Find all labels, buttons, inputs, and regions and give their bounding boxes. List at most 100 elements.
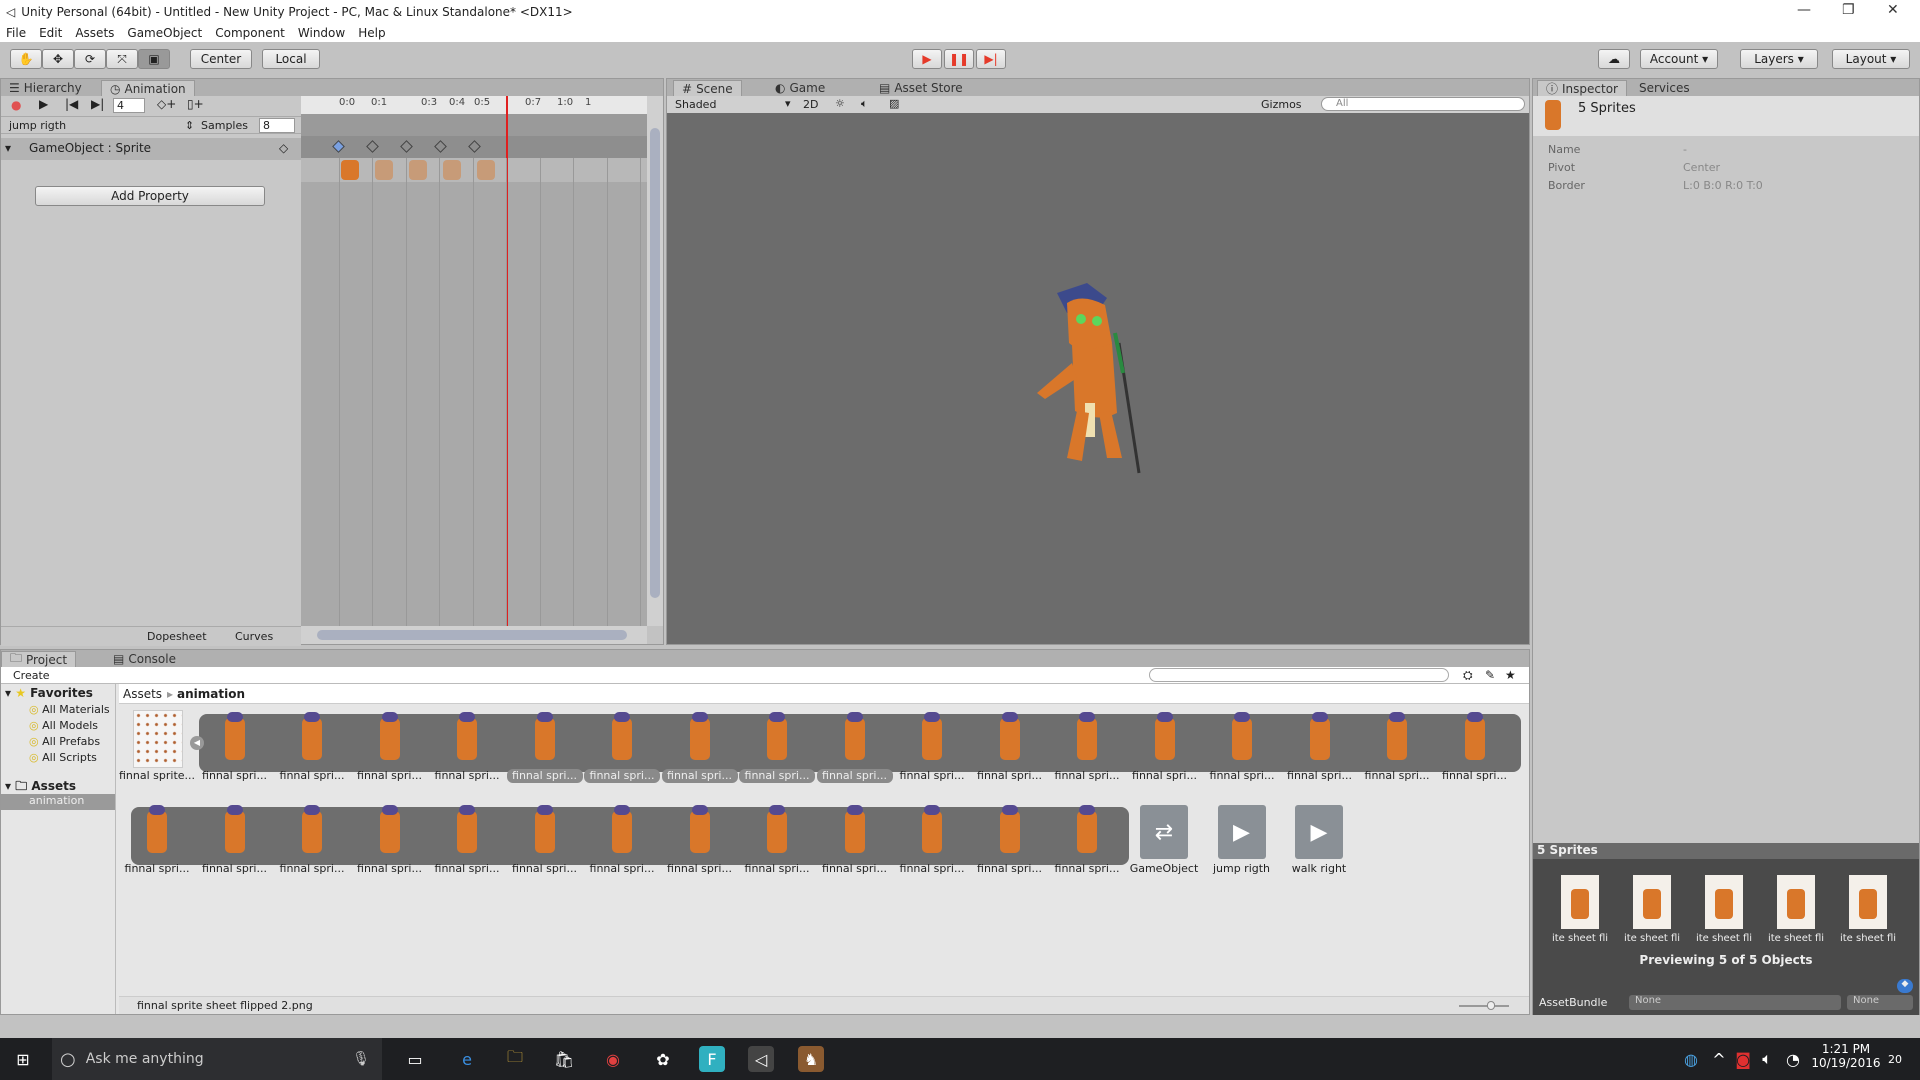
prev-keyframe-button[interactable]: |◀ xyxy=(65,97,78,111)
restore-button[interactable]: ❐ xyxy=(1842,2,1855,18)
asset-item[interactable]: finnal spri... xyxy=(894,799,970,879)
tab-asset-store[interactable]: ▤ Asset Store xyxy=(871,80,971,96)
tab-game[interactable]: ◐ Game xyxy=(767,80,833,96)
app-f-icon[interactable]: F xyxy=(699,1046,725,1072)
chrome-icon[interactable]: ◉ xyxy=(600,1046,626,1072)
cloud-button[interactable]: ☁ xyxy=(1598,49,1630,69)
tab-scene[interactable]: # Scene xyxy=(673,80,742,96)
sprite-keyframe-thumbnail[interactable] xyxy=(443,160,461,180)
notifications-icon[interactable]: 20 xyxy=(1882,1046,1908,1072)
tab-hierarchy[interactable]: ☰ Hierarchy xyxy=(1,80,90,96)
icon-size-slider-thumb[interactable] xyxy=(1487,1001,1495,1010)
asset-item[interactable]: finnal spri... xyxy=(661,706,738,786)
expand-triangle-icon[interactable]: ▾ xyxy=(5,141,11,155)
clip-dropdown[interactable]: jump rigth xyxy=(9,119,66,132)
favorite-star-icon[interactable]: ★ xyxy=(1505,668,1516,682)
asset-item[interactable]: finnal spri... xyxy=(1282,706,1358,786)
asset-item[interactable]: finnal spri... xyxy=(972,706,1048,786)
filter-type-icon[interactable]: ⛭ xyxy=(1463,668,1473,683)
asset-item[interactable]: finnal spri... xyxy=(119,799,195,879)
assetbundle-dropdown[interactable]: None xyxy=(1629,995,1841,1010)
asset-item[interactable]: finnal spri... xyxy=(506,706,583,786)
asset-item[interactable]: finnal spri... xyxy=(739,799,815,879)
app-icon[interactable]: ✿ xyxy=(650,1046,676,1072)
scrollbar-thumb[interactable] xyxy=(650,128,660,598)
asset-item[interactable]: finnal spri... xyxy=(739,706,815,786)
create-dropdown[interactable]: Create xyxy=(13,669,50,682)
add-keyframe-button[interactable]: ◇+ xyxy=(157,97,176,111)
asset-item[interactable]: finnal spri... xyxy=(507,799,583,879)
asset-item[interactable]: ⇄ GameObject xyxy=(1126,799,1202,879)
start-button[interactable]: ⊞ xyxy=(10,1046,36,1072)
sprite-keyframe-thumbnail[interactable] xyxy=(477,160,495,180)
audio-toggle-icon[interactable]: 🔈︎ xyxy=(861,97,868,111)
asset-item[interactable]: finnal spri... xyxy=(1049,706,1125,786)
network-globe-icon[interactable]: ◍ xyxy=(1678,1046,1704,1072)
tab-animation[interactable]: ◷ Animation xyxy=(101,80,195,96)
2d-toggle[interactable]: 2D xyxy=(803,98,818,111)
wifi-icon[interactable]: ◔ xyxy=(1780,1046,1806,1072)
asset-item[interactable]: finnal spri... xyxy=(817,799,893,879)
tab-curves[interactable]: Curves xyxy=(235,630,273,643)
edge-icon[interactable]: e xyxy=(454,1046,480,1072)
filter-label-icon[interactable]: ✎ xyxy=(1485,668,1495,682)
keyframe-diamond-icon[interactable]: ◇ xyxy=(279,141,288,155)
time-ruler[interactable]: 0:0 0:1 0:3 0:4 0:5 0:7 1:0 1 xyxy=(301,96,647,114)
asset-item[interactable]: ▶ walk right xyxy=(1281,799,1357,879)
menu-assets[interactable]: Assets xyxy=(75,26,114,40)
play-button[interactable]: ▶ xyxy=(912,49,942,69)
asset-item[interactable]: finnal spri... xyxy=(972,799,1048,879)
favorite-all-materials[interactable]: ◎ All Materials xyxy=(29,703,110,716)
asset-item[interactable]: finnal spri... xyxy=(352,799,428,879)
scene-search-input[interactable]: All xyxy=(1321,97,1525,111)
breadcrumb-assets[interactable]: Assets xyxy=(123,687,162,701)
store-icon[interactable]: 🛍︎ xyxy=(551,1046,577,1072)
gizmos-dropdown[interactable]: Gizmos xyxy=(1261,98,1302,111)
menu-edit[interactable]: Edit xyxy=(39,26,62,40)
tab-inspector[interactable]: ⓘ Inspector xyxy=(1537,80,1627,96)
samples-field[interactable]: 8 xyxy=(259,118,295,133)
asset-item[interactable]: finnal spri... xyxy=(1049,799,1125,879)
layout-dropdown[interactable]: Layout ▾ xyxy=(1832,49,1910,69)
task-view-icon[interactable]: ▭ xyxy=(402,1046,428,1072)
move-tool-button[interactable]: ✥ xyxy=(42,49,74,69)
favorite-all-prefabs[interactable]: ◎ All Prefabs xyxy=(29,735,100,748)
asset-item[interactable]: finnal sprite... xyxy=(119,706,195,786)
asset-item[interactable]: finnal spri... xyxy=(197,799,273,879)
effects-toggle-icon[interactable]: ▨ xyxy=(889,97,899,110)
asset-item[interactable]: finnal spri... xyxy=(1127,706,1203,786)
add-property-button[interactable]: Add Property xyxy=(35,186,265,206)
scale-tool-button[interactable]: ⤧ xyxy=(106,49,138,69)
menu-window[interactable]: Window xyxy=(298,26,345,40)
step-button[interactable]: ▶| xyxy=(976,49,1006,69)
asset-item[interactable]: finnal spri... xyxy=(274,799,350,879)
minimize-button[interactable]: — xyxy=(1797,2,1811,18)
account-dropdown[interactable]: Account ▾ xyxy=(1640,49,1718,69)
favorites-node[interactable]: ▾ ★ Favorites xyxy=(5,686,93,700)
asset-item[interactable]: finnal spri... xyxy=(1204,706,1280,786)
volume-icon[interactable]: 🔈︎ xyxy=(1754,1046,1780,1072)
lighting-toggle-icon[interactable]: ☼ xyxy=(835,97,845,110)
scene-viewport[interactable] xyxy=(667,113,1529,644)
hscroll-thumb[interactable] xyxy=(317,630,627,640)
add-event-button[interactable]: ▯+ xyxy=(187,97,204,111)
asset-item[interactable]: finnal spri... xyxy=(352,706,428,786)
unity-taskbar-icon[interactable]: ◁ xyxy=(748,1046,774,1072)
pivot-center-button[interactable]: Center xyxy=(190,49,252,69)
sprite-keyframe-thumbnail[interactable] xyxy=(341,160,359,180)
character-sprite[interactable] xyxy=(1027,283,1167,483)
sprite-keyframe-thumbnail[interactable] xyxy=(409,160,427,180)
frame-field[interactable]: 4 xyxy=(113,98,145,113)
dopesheet-timeline[interactable]: 0:0 0:1 0:3 0:4 0:5 0:7 1:0 1 xyxy=(301,96,647,626)
tray-expand-icon[interactable]: ^ xyxy=(1706,1046,1732,1072)
menu-component[interactable]: Component xyxy=(215,26,285,40)
rect-tool-button[interactable]: ▣ xyxy=(138,49,170,69)
tab-services[interactable]: Services xyxy=(1631,80,1698,96)
record-button[interactable]: ● xyxy=(11,98,21,112)
tab-console[interactable]: ▤ Console xyxy=(105,651,184,667)
asset-item[interactable]: finnal spri... xyxy=(894,706,970,786)
tab-project[interactable]: 🗀︎ Project xyxy=(1,651,77,667)
asset-item[interactable]: finnal spri... xyxy=(1359,706,1435,786)
rotate-tool-button[interactable]: ⟳ xyxy=(74,49,106,69)
clock[interactable]: 1:21 PM 10/19/2016 xyxy=(1806,1042,1886,1070)
